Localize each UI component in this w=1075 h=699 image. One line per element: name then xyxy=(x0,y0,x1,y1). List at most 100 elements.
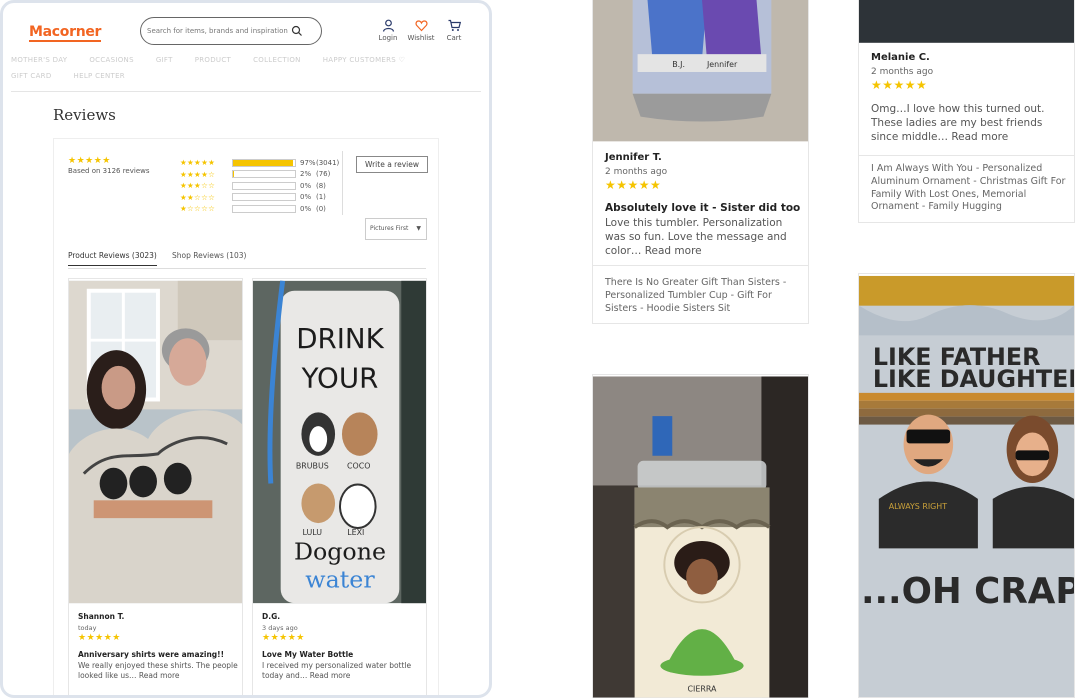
search-icon[interactable] xyxy=(291,25,303,37)
login-button[interactable]: Login xyxy=(373,19,403,42)
bottle-text-lulu: LULU xyxy=(303,528,323,537)
review-stars: ★★★★★ xyxy=(605,178,662,192)
heart-icon xyxy=(414,20,428,32)
sort-select-value: Pictures First xyxy=(370,225,409,232)
review-date: 3 days ago xyxy=(262,624,298,632)
review-page-frame: Macorner Search for items, brands and in… xyxy=(0,0,492,698)
nav-item-help-center[interactable]: HELP CENTER xyxy=(74,72,125,80)
review-date: 2 months ago xyxy=(871,67,934,77)
review-stars: ★★★★★ xyxy=(871,78,928,92)
main-nav: MOTHER'S DAY OCCASIONS GIFT PRODUCT COLLECTI… xyxy=(11,56,481,88)
review-card[interactable]: DRINK YOUR BRUBUS COCO LULU LEXI Dogone … xyxy=(252,278,427,695)
nav-item-occasions[interactable]: OCCASIONS xyxy=(89,56,133,64)
header-divider xyxy=(11,91,481,92)
read-more-link[interactable]: Read more xyxy=(139,671,180,680)
review-text: Omg…I love how this turned out. These la… xyxy=(871,102,1071,145)
histogram-row[interactable]: ★★★★★ 97% (3041) xyxy=(180,157,339,169)
reviewer-name: Melanie C. xyxy=(871,52,930,63)
card-divider xyxy=(593,265,808,266)
row-stars: ★★★★☆ xyxy=(180,169,216,179)
review-photo[interactable]: DRINK YOUR BRUBUS COCO LULU LEXI Dogone … xyxy=(253,279,426,605)
histogram-bar xyxy=(232,158,296,167)
nav-item-happy-customers[interactable]: HAPPY CUSTOMERS ♡ xyxy=(323,56,405,64)
review-card[interactable]: Shannon T. today ★★★★★ Anniversary shirt… xyxy=(68,278,243,695)
row-percent: 2% xyxy=(300,170,312,179)
nav-item-mothers-day[interactable]: MOTHER'S DAY xyxy=(11,56,67,64)
reviewer-name: Shannon T. xyxy=(78,612,125,621)
tabs-divider xyxy=(68,268,426,269)
review-photo[interactable]: B.J. Jennifer xyxy=(593,0,808,142)
review-text: Love this tumbler. Personalization was s… xyxy=(605,216,805,259)
histogram-bar xyxy=(232,204,296,213)
review-photo[interactable]: CIERRA xyxy=(593,375,808,699)
row-count: (1) xyxy=(316,193,326,202)
bottle-text-dogone: Dogone xyxy=(294,538,386,566)
review-card[interactable]: LIKE FATHER LIKE DAUGHTER ALWAYS RIGHT .… xyxy=(858,273,1075,698)
review-card[interactable]: Melanie C. 2 months ago ★★★★★ Omg…I love… xyxy=(858,0,1075,223)
row-percent: 97% xyxy=(300,158,316,167)
row-stars: ★★★★★ xyxy=(180,158,216,168)
review-photo[interactable] xyxy=(69,279,242,605)
tab-product-reviews[interactable]: Product Reviews (3023) xyxy=(68,251,157,266)
nav-item-gift[interactable]: GIFT xyxy=(156,56,173,64)
shirt-text-oh-crap: ...OH CRAP xyxy=(861,571,1074,612)
reviewer-name: D.G. xyxy=(262,612,281,621)
histogram-row[interactable]: ★☆☆☆☆ 0% (0) xyxy=(180,203,339,215)
review-product-link[interactable]: I Am Always With You - Personalized Alum… xyxy=(871,163,1071,214)
wishlist-button[interactable]: Wishlist xyxy=(406,19,436,42)
write-review-button[interactable]: Write a review xyxy=(356,156,428,173)
reviews-panel: ★★★★★ Based on 3126 reviews ★★★★★ 97% (304… xyxy=(53,138,439,695)
shirt-text-line2: LIKE DAUGHTER xyxy=(873,365,1074,393)
cart-icon xyxy=(448,19,461,31)
site-logo[interactable]: Macorner xyxy=(29,25,101,42)
histogram-bar xyxy=(232,170,296,179)
card-divider xyxy=(859,155,1074,156)
histogram-row[interactable]: ★★☆☆☆ 0% (1) xyxy=(180,192,339,204)
review-product-link[interactable]: There Is No Greater Gift Than Sisters - … xyxy=(605,277,805,315)
cup-name-text: CIERRA xyxy=(688,685,718,694)
review-title: Anniversary shirts were amazing!! xyxy=(78,650,225,659)
search-placeholder: Search for items, brands and inspiration xyxy=(147,27,288,35)
row-count: (76) xyxy=(316,170,331,179)
sort-select[interactable]: Pictures First ▼ xyxy=(365,218,427,240)
search-input[interactable]: Search for items, brands and inspiration xyxy=(140,17,322,45)
bottle-text-coco: COCO xyxy=(347,462,370,471)
nav-item-product[interactable]: PRODUCT xyxy=(195,56,231,64)
row-percent: 0% xyxy=(300,193,312,202)
nav-item-gift-card[interactable]: GIFT CARD xyxy=(11,72,52,80)
bottle-text-water: water xyxy=(305,565,375,593)
read-more-link[interactable]: Read more xyxy=(645,245,702,257)
histogram-bar xyxy=(232,193,296,202)
review-card[interactable]: CIERRA xyxy=(592,374,809,698)
review-text: I received my personalized water bottle … xyxy=(262,661,422,681)
user-icon xyxy=(382,19,394,32)
review-photo[interactable]: LIKE FATHER LIKE DAUGHTER ALWAYS RIGHT .… xyxy=(859,274,1074,699)
histogram-fill xyxy=(233,171,235,178)
bottle-text-your: YOUR xyxy=(301,362,379,395)
cart-label: Cart xyxy=(446,34,462,42)
review-photo[interactable] xyxy=(859,0,1074,43)
review-card[interactable]: B.J. Jennifer Jennifer T. 2 months ago ★… xyxy=(592,0,809,324)
row-stars: ★★☆☆☆ xyxy=(180,192,216,202)
based-on-text: Based on 3126 reviews xyxy=(68,167,150,175)
summary-stars: ★★★★★ xyxy=(68,156,111,166)
cart-button[interactable]: Cart xyxy=(439,19,469,42)
review-date: today xyxy=(78,624,97,632)
tab-shop-reviews[interactable]: Shop Reviews (103) xyxy=(172,251,246,260)
read-more-link[interactable]: Read more xyxy=(310,671,351,680)
histogram-row[interactable]: ★★★☆☆ 0% (8) xyxy=(180,180,339,192)
review-title: Absolutely love it - Sister did too xyxy=(605,202,801,214)
shirt-text-always-right: ALWAYS RIGHT xyxy=(889,502,948,511)
row-count: (0) xyxy=(316,204,326,213)
nav-item-collection[interactable]: COLLECTION xyxy=(253,56,301,64)
histogram-row[interactable]: ★★★★☆ 2% (76) xyxy=(180,169,339,181)
read-more-link[interactable]: Read more xyxy=(951,131,1008,143)
review-stars: ★★★★★ xyxy=(262,633,305,643)
tumbler-name-bj: B.J. xyxy=(672,60,685,69)
row-count: (3041) xyxy=(316,158,340,167)
bottle-text-lexi: LEXI xyxy=(347,528,364,537)
bottle-text-drink: DRINK xyxy=(296,322,384,355)
page-title: Reviews xyxy=(53,106,116,124)
histogram-bar xyxy=(232,181,296,190)
reviewer-name: Jennifer T. xyxy=(605,152,662,163)
